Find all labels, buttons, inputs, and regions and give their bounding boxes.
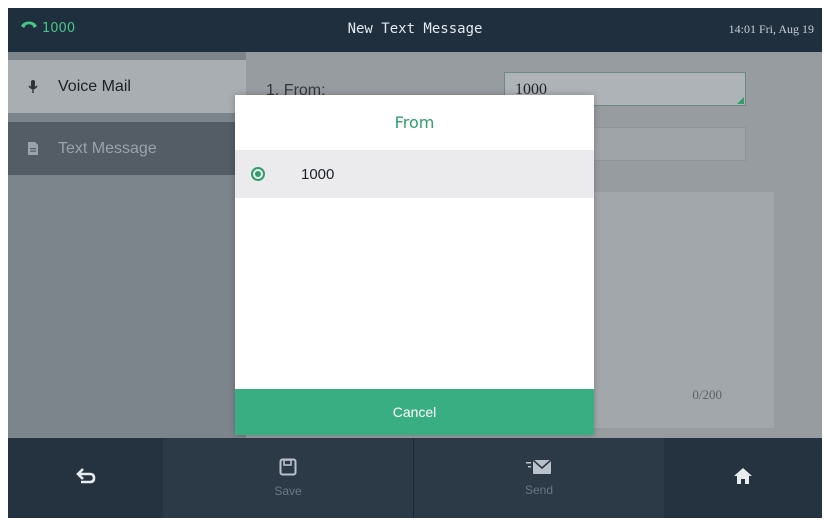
- radio-selected-icon[interactable]: [251, 167, 265, 181]
- softkey-bar: Save Send: [8, 438, 822, 518]
- status-datetime: 14:01 Fri, Aug 19: [728, 22, 814, 36]
- dialog-option-1000[interactable]: 1000: [235, 150, 594, 198]
- microphone-icon: [8, 79, 58, 95]
- back-button[interactable]: [8, 438, 163, 518]
- sidebar-item-label: Text Message: [58, 139, 157, 157]
- sidebar-item-text-message[interactable]: Text Message: [8, 122, 246, 175]
- dropdown-corner-icon: [737, 97, 744, 104]
- dialog-option-label: 1000: [301, 165, 335, 183]
- sidebar-item-voice-mail[interactable]: Voice Mail: [8, 60, 246, 113]
- send-label: Send: [524, 483, 554, 497]
- phone-screen: 1000 New Text Message 14:01 Fri, Aug 19 …: [8, 8, 822, 518]
- document-icon: [8, 141, 58, 156]
- from-selection-dialog: From 1000 Cancel: [235, 95, 594, 435]
- back-arrow-icon: [75, 467, 97, 489]
- radio-dot: [255, 171, 261, 177]
- send-button[interactable]: Send: [414, 438, 664, 518]
- save-button[interactable]: Save: [163, 438, 414, 518]
- home-button[interactable]: [664, 438, 822, 518]
- save-label: Save: [274, 484, 302, 498]
- dialog-title: From: [394, 113, 435, 132]
- floppy-disk-icon: [279, 458, 297, 480]
- sidebar-item-label: Voice Mail: [58, 77, 131, 95]
- character-counter: 0/200: [692, 387, 722, 402]
- sidebar: Voice Mail Text Message: [8, 52, 246, 438]
- status-bar: 1000 New Text Message 14:01 Fri, Aug 19: [8, 8, 822, 52]
- send-mail-icon: [526, 459, 552, 479]
- home-icon: [733, 467, 753, 489]
- cancel-button[interactable]: Cancel: [235, 389, 594, 435]
- screen-title: New Text Message: [347, 21, 483, 37]
